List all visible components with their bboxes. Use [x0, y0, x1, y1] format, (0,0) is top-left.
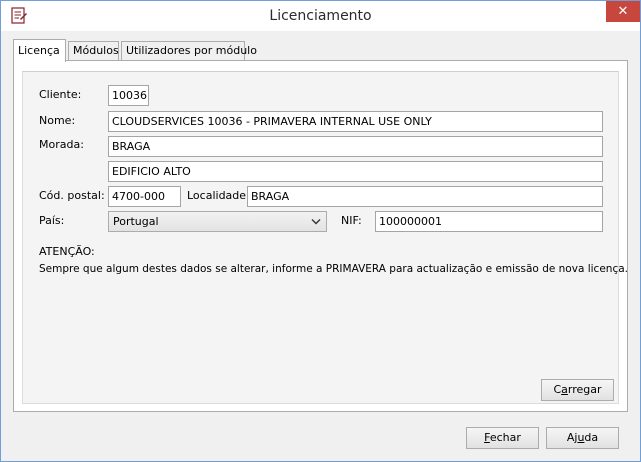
carregar-button[interactable]: Carregar	[541, 379, 614, 401]
ajuda-label-pre: Aj	[566, 431, 578, 444]
localidade-label: Localidade:	[187, 189, 250, 202]
ajuda-button[interactable]: Ajuda	[546, 427, 619, 449]
tab-licenca[interactable]: Licença	[13, 39, 66, 62]
close-icon: ✕	[617, 4, 629, 19]
morada-line2-field[interactable]: EDIFICIO ALTO	[108, 161, 603, 182]
fechar-button[interactable]: Fechar	[466, 427, 539, 449]
pais-label: País:	[39, 214, 65, 227]
cod-postal-field[interactable]: 4700-000	[108, 186, 181, 207]
tab-label: Utilizadores por módulo	[126, 44, 257, 57]
nome-label: Nome:	[39, 114, 76, 127]
license-window: Licenciamento ✕ Licença Módulos Utilizad…	[0, 0, 641, 462]
window-title: Licenciamento	[269, 8, 372, 24]
cliente-field[interactable]: 10036	[108, 85, 149, 106]
morada-label: Morada:	[39, 138, 84, 151]
pais-selected-value: Portugal	[113, 215, 159, 228]
nif-field[interactable]: 100000001	[375, 211, 603, 232]
tab-modulos[interactable]: Módulos	[68, 41, 119, 61]
cliente-label: Cliente:	[39, 88, 82, 101]
tab-utilizadores-por-modulo[interactable]: Utilizadores por módulo	[121, 41, 257, 61]
nome-field[interactable]: CLOUDSERVICES 10036 - PRIMAVERA INTERNAL…	[108, 111, 603, 132]
fechar-label-post: echar	[489, 431, 521, 444]
notice-heading: ATENÇÃO:	[39, 245, 95, 258]
title-bar: Licenciamento ✕	[1, 1, 640, 31]
license-form-area: Cliente: 10036 Nome: CLOUDSERVICES 10036…	[22, 71, 628, 404]
morada-line1-field[interactable]: BRAGA	[108, 136, 603, 157]
tab-label: Módulos	[73, 44, 119, 57]
notice-text: Sempre que algum destes dados se alterar…	[39, 263, 628, 275]
cod-postal-label: Cód. postal:	[39, 189, 105, 202]
carregar-label-pre: C	[553, 383, 562, 396]
chevron-down-icon	[311, 219, 321, 225]
pais-select[interactable]: Portugal	[108, 211, 327, 232]
tab-panel-licenca: Cliente: 10036 Nome: CLOUDSERVICES 10036…	[13, 60, 628, 412]
tab-label: Licença	[18, 44, 60, 57]
carregar-label-post: rregar	[567, 383, 602, 396]
carregar-accesskey: a	[561, 383, 568, 396]
localidade-field[interactable]: BRAGA	[247, 186, 603, 207]
ajuda-label-post: da	[584, 431, 599, 444]
close-button[interactable]: ✕	[606, 1, 640, 22]
nif-label: NIF:	[341, 214, 362, 227]
